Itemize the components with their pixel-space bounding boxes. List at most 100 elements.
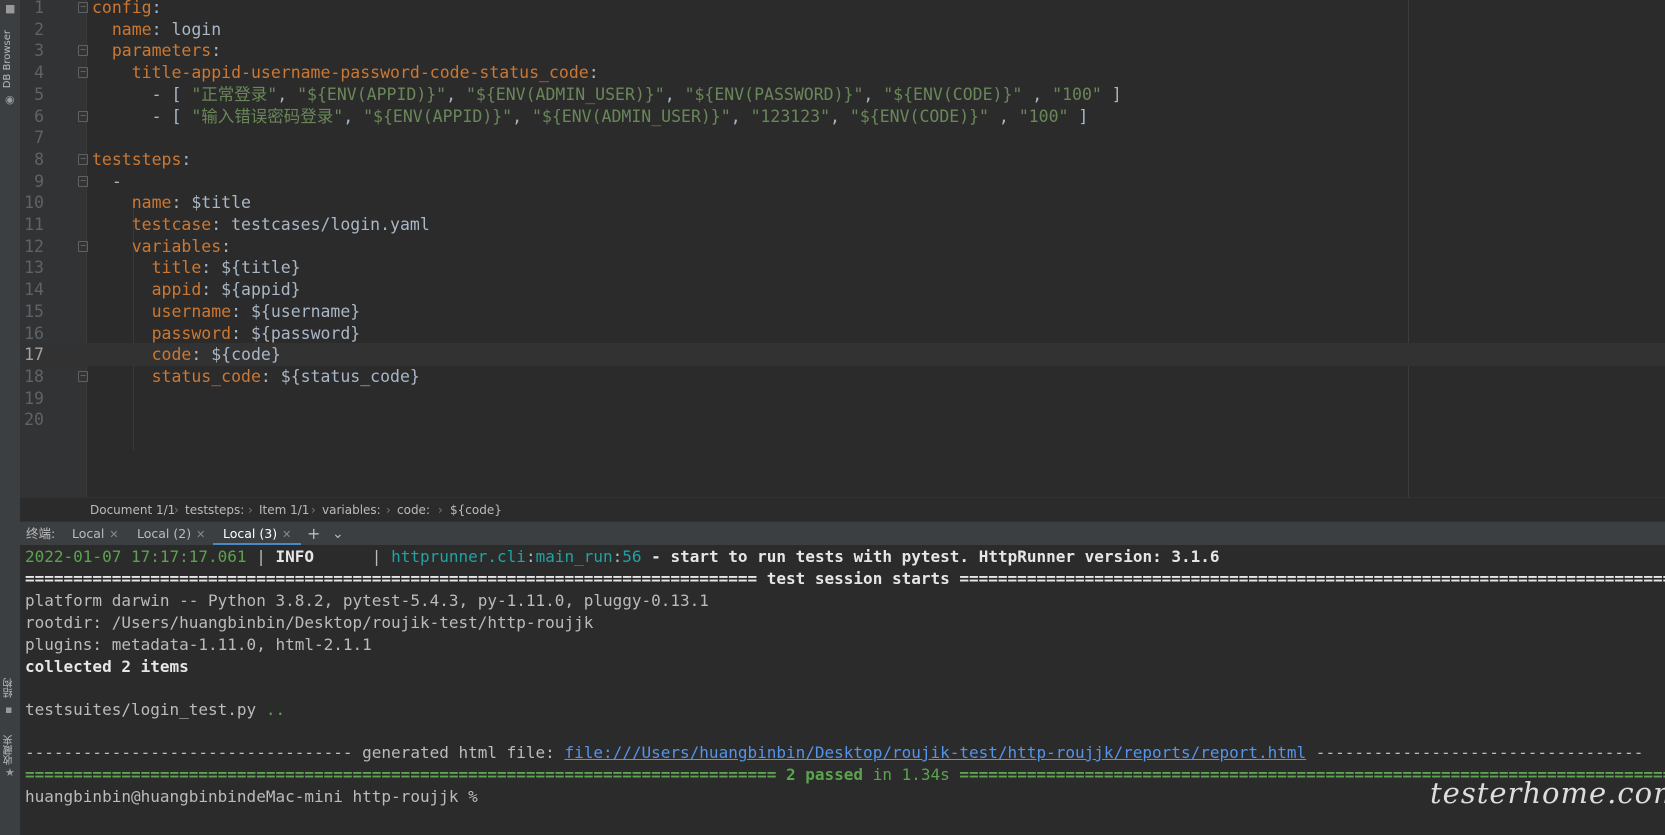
fold-icon[interactable]: − xyxy=(78,153,88,165)
comma: , xyxy=(830,106,850,126)
report-link[interactable]: file:///Users/huangbinbin/Desktop/roujik… xyxy=(564,743,1306,762)
db-browser-tab[interactable]: DB Browser xyxy=(2,30,13,88)
yaml-value: : ${username} xyxy=(231,301,361,321)
structure-tab[interactable]: 结构 xyxy=(2,678,17,698)
log-line: 2022-01-07 17:17:17.061 | INFO | httprun… xyxy=(25,545,1220,568)
fold-icon[interactable]: − xyxy=(78,110,88,122)
code-text: - xyxy=(92,170,122,193)
passed-time: in 1.34s xyxy=(863,765,960,784)
passed-prefix: ========================================… xyxy=(25,765,786,784)
comma: , xyxy=(863,84,884,104)
code-line[interactable]: 17 code: ${code} xyxy=(20,343,1665,367)
passed-summary-line: ========================================… xyxy=(25,763,1665,786)
log-message: - start to run tests with pytest. HttpRu… xyxy=(641,547,1220,566)
breadcrumb-value[interactable]: ${code} xyxy=(450,498,502,522)
yaml-key: config xyxy=(92,0,152,17)
add-tab-button[interactable]: + xyxy=(307,522,320,546)
close-icon[interactable]: ✕ xyxy=(196,528,205,541)
code-line[interactable]: 2 name: login xyxy=(20,18,1665,41)
code-line[interactable]: 6 − - [ "输入错误密码登录", "${ENV(APPID)}", "${E… xyxy=(20,105,1665,128)
code-editor[interactable]: 1− config: 2 name: login 3− parameters: 4 − t… xyxy=(20,0,1665,497)
breadcrumb-separator: › xyxy=(438,503,443,517)
code-line[interactable]: 19 xyxy=(20,387,1665,410)
breadcrumb-separator: › xyxy=(248,503,253,517)
line-number: 18 xyxy=(24,366,44,386)
code-line[interactable]: 12 − variables: xyxy=(20,235,1665,258)
code-line[interactable]: 7 xyxy=(20,126,1665,149)
line-number: 17 xyxy=(24,345,44,365)
breadcrumb-variables[interactable]: variables: xyxy=(322,498,381,522)
breadcrumb-code[interactable]: code: xyxy=(397,498,430,522)
close-icon[interactable]: ✕ xyxy=(282,528,291,541)
fold-icon[interactable]: − xyxy=(78,240,88,252)
string-value: "123123" xyxy=(750,106,831,126)
code-line[interactable]: 8 − teststeps: xyxy=(20,148,1665,171)
fold-icon[interactable]: − xyxy=(78,175,88,187)
platform-line: platform darwin -- Python 3.8.2, pytest-… xyxy=(25,591,709,610)
string-value: "${ENV(CODE)}" xyxy=(849,106,989,126)
yaml-key: variables xyxy=(131,236,222,256)
code-line[interactable]: 20 xyxy=(20,408,1665,431)
tab-local-2[interactable]: Local (2) ✕ xyxy=(137,522,205,546)
breadcrumb-item[interactable]: Item 1/1 xyxy=(259,498,309,522)
code-line[interactable]: 14 appid: ${appid} xyxy=(20,278,1665,301)
code-text: username: ${username} xyxy=(92,300,361,323)
line-number: 2 xyxy=(34,19,44,39)
breadcrumb-teststeps[interactable]: teststeps: xyxy=(185,498,244,522)
structure-icon: ▪ xyxy=(5,703,13,716)
code-line[interactable]: 5 - [ "正常登录", "${ENV(APPID)}", "${ENV(AD… xyxy=(20,83,1665,106)
star-icon: ★ xyxy=(5,766,15,779)
folder-icon[interactable]: ■ xyxy=(5,2,15,15)
terminal-label: 终端: xyxy=(26,526,56,541)
code-line[interactable]: 18 − status_code: ${status_code} xyxy=(20,365,1665,388)
punctuation: - [ xyxy=(151,84,192,104)
code-line[interactable]: 16 password: ${password} xyxy=(20,322,1665,345)
tab-label: Local xyxy=(72,526,105,541)
breadcrumb-separator: › xyxy=(174,503,179,517)
code-line[interactable]: 13 title: ${title} xyxy=(20,256,1665,279)
breadcrumb-document[interactable]: Document 1/1 xyxy=(90,498,175,522)
close-icon[interactable]: ✕ xyxy=(109,528,118,541)
yaml-key: title-appid-username-password-code-statu… xyxy=(131,63,589,83)
yaml-key: password xyxy=(151,323,232,343)
database-icon: ◉ xyxy=(5,93,15,106)
yaml-key: status_code xyxy=(151,366,261,386)
yaml-key: username xyxy=(151,301,232,321)
log-separator: | xyxy=(362,547,392,566)
line-number: 11 xyxy=(24,215,44,234)
code-line[interactable]: 11 testcase: testcases/login.yaml xyxy=(20,213,1665,236)
code-line[interactable]: 10 name: $title xyxy=(20,191,1665,214)
code-line[interactable]: 3 − parameters: xyxy=(20,39,1665,62)
plugins-line: plugins: metadata-1.11.0, html-2.1.1 xyxy=(25,635,372,654)
code-text: teststeps: xyxy=(92,148,191,171)
favorites-tab[interactable]: 收藏夹 xyxy=(2,735,17,765)
log-function: main_run xyxy=(535,547,613,566)
fold-icon[interactable]: − xyxy=(78,2,88,13)
comma: , xyxy=(730,106,751,126)
line-number: 4 xyxy=(34,63,44,83)
code-line[interactable]: 9 − - xyxy=(20,170,1665,193)
fold-icon[interactable]: − xyxy=(78,45,88,57)
code-line[interactable]: 15 username: ${username} xyxy=(20,300,1665,323)
code-line[interactable]: 4 − title-appid-username-password-code-st… xyxy=(20,61,1665,84)
tab-local-3[interactable]: Local (3) ✕ xyxy=(213,522,302,546)
comma: , xyxy=(664,84,685,104)
code-line[interactable]: 1 − config: xyxy=(20,0,1665,19)
suite-dots: .. xyxy=(265,700,286,719)
generated-suffix: ---------------------------------- xyxy=(1306,743,1644,762)
code-text: - [ "输入错误密码登录", "${ENV(APPID)}", "${ENV(… xyxy=(92,105,1089,128)
tab-local[interactable]: Local ✕ xyxy=(72,522,119,546)
string-value: "正常登录" xyxy=(191,84,278,104)
chevron-down-icon[interactable]: ⌄ xyxy=(332,522,344,546)
terminal-output[interactable]: 2022-01-07 17:17:17.061 | INFO | httprun… xyxy=(20,545,1665,835)
code-text: code: ${code} xyxy=(92,343,281,366)
fold-icon[interactable]: − xyxy=(78,370,88,382)
shell-prompt[interactable]: huangbinbin@huangbinbindeMac-mini http-r… xyxy=(25,785,487,808)
comma: , xyxy=(1022,84,1053,104)
fold-icon[interactable]: − xyxy=(78,67,88,79)
